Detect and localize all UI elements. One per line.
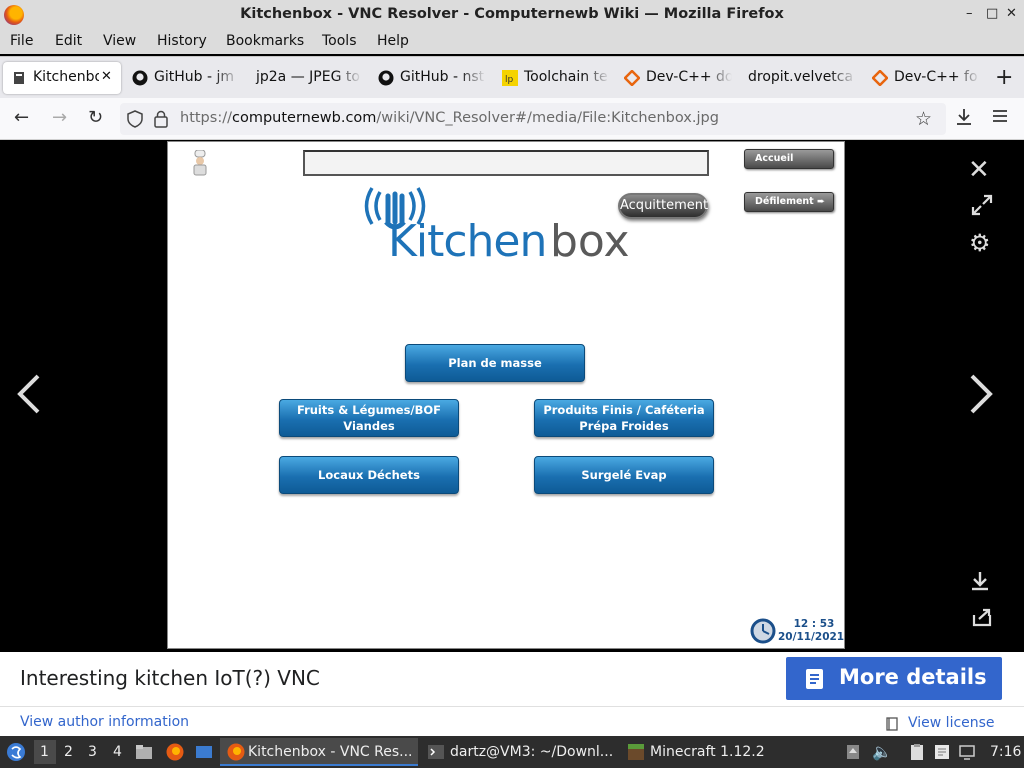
workspace-2[interactable]: 2 — [64, 744, 73, 760]
volume-icon[interactable]: 🔈 — [872, 743, 892, 761]
more-details-button[interactable]: More details — [786, 657, 1002, 700]
clock-icon — [750, 618, 776, 648]
taskbar-window-firefox[interactable]: Kitchenbox - VNC Res... — [248, 744, 413, 760]
desktop-icon[interactable] — [195, 743, 213, 761]
firefox-window-icon — [227, 743, 245, 761]
view-license-link[interactable]: View license — [908, 715, 995, 731]
taskbar: 1 2 3 4 Kitchenbox - VNC Res... dartz@VM… — [0, 736, 1024, 768]
tab-dropit[interactable]: dropit.velvetca — [740, 62, 856, 94]
url-bar[interactable]: https://computernewb.com/wiki/VNC_Resolv… — [120, 103, 946, 135]
viewer-download-icon[interactable] — [970, 570, 990, 596]
notes-icon[interactable] — [933, 743, 951, 761]
lock-icon[interactable] — [154, 110, 168, 132]
viewer-close-icon[interactable]: ✕ — [968, 157, 990, 183]
forward-icon[interactable]: → — [52, 108, 67, 128]
file-manager-icon[interactable] — [135, 743, 153, 761]
caption-title: Interesting kitchen IoT(?) VNC — [20, 666, 320, 690]
acquittement-button[interactable]: Acquittement — [618, 193, 708, 219]
navigation-bar: ← → ↻ https://computernewb.com/wiki/VNC_… — [0, 98, 1024, 140]
hamburger-menu-icon[interactable] — [991, 108, 1009, 128]
tab-devcpp-2[interactable]: Dev-C++ fo — [864, 62, 980, 94]
devcpp-icon — [871, 69, 889, 87]
tab-jp2a[interactable]: jp2a — JPEG to — [246, 62, 362, 94]
prev-image-icon[interactable] — [14, 372, 44, 420]
tab-github-nst[interactable]: GitHub - nst — [370, 62, 486, 94]
tab-label: Kitchenbox — [33, 69, 99, 85]
github-icon — [378, 70, 394, 86]
media-caption: Interesting kitchen IoT(?) VNC More deta… — [0, 652, 1024, 706]
kitchenbox-image: Accueil Défilement ➨ Acquittement Kitche… — [167, 141, 845, 649]
start-menu-icon[interactable] — [6, 742, 26, 766]
new-tab-button[interactable]: + — [995, 65, 1013, 90]
terminal-icon — [427, 743, 445, 761]
kb-date: 20/11/2021 — [778, 631, 845, 643]
back-icon[interactable]: ← — [14, 108, 29, 128]
menu-help[interactable]: Help — [377, 33, 409, 49]
chef-icon — [190, 149, 210, 180]
eject-icon[interactable] — [844, 743, 862, 761]
tab-kitchenbox[interactable]: Kitchenbox ✕ — [3, 62, 121, 94]
workspace-3[interactable]: 3 — [88, 744, 97, 760]
next-image-icon[interactable] — [966, 372, 996, 420]
workspace-4[interactable]: 4 — [113, 744, 122, 760]
tab-toolchain[interactable]: lp Toolchain te — [494, 62, 610, 94]
maximize-button[interactable]: □ — [986, 6, 998, 21]
document-icon — [806, 669, 823, 689]
menu-edit[interactable]: Edit — [55, 33, 82, 49]
license-icon — [886, 716, 898, 735]
menu-tools[interactable]: Tools — [322, 33, 357, 49]
network-icon[interactable] — [958, 743, 976, 761]
menu-view[interactable]: View — [103, 33, 136, 49]
page-icon — [11, 70, 27, 86]
bookmark-star-icon[interactable]: ☆ — [915, 108, 932, 130]
fullscreen-icon[interactable] — [971, 194, 993, 220]
menu-history[interactable]: History — [157, 33, 207, 49]
caption-footer: View author information View license — [0, 706, 1024, 736]
logo-kitchen-text: Kitchen — [388, 216, 547, 267]
gear-icon[interactable]: ⚙ — [969, 231, 991, 255]
workspace-1[interactable]: 1 — [40, 744, 49, 760]
lp-icon: lp — [502, 70, 518, 86]
kb-text-field[interactable] — [303, 150, 709, 176]
github-icon — [132, 70, 148, 86]
share-icon[interactable] — [971, 607, 993, 631]
surgele-evap-button[interactable]: Surgelé Evap — [534, 456, 714, 494]
logo-box-text: box — [550, 216, 630, 267]
window-titlebar: Kitchenbox - VNC Resolver - Computernewb… — [0, 0, 1024, 30]
tab-bar: Kitchenbox ✕ GitHub - jm jp2a — JPEG to … — [0, 56, 1024, 98]
close-window-button[interactable]: ✕ — [1006, 6, 1017, 21]
tab-devcpp-1[interactable]: Dev-C++ do — [616, 62, 732, 94]
kb-datetime: 12 : 53 20/11/2021 — [778, 618, 844, 644]
minecraft-icon — [627, 743, 645, 761]
tab-github-jm[interactable]: GitHub - jm — [124, 62, 240, 94]
defilement-button[interactable]: Défilement ➨ — [744, 192, 834, 212]
devcpp-icon — [623, 69, 641, 87]
menu-bookmarks[interactable]: Bookmarks — [226, 33, 304, 49]
taskbar-window-terminal[interactable]: dartz@VM3: ~/Downl... — [450, 744, 613, 760]
produits-finis-button[interactable]: Produits Finis / Caféteria Prépa Froides — [534, 399, 714, 437]
svg-text:lp: lp — [505, 75, 514, 85]
more-details-label: More details — [839, 665, 987, 689]
fruits-legumes-button[interactable]: Fruits & Légumes/BOF Viandes — [279, 399, 459, 437]
accueil-button[interactable]: Accueil — [744, 149, 834, 169]
taskbar-window-minecraft[interactable]: Minecraft 1.12.2 — [650, 744, 765, 760]
menu-bar: File Edit View History Bookmarks Tools H… — [0, 30, 1024, 54]
firefox-launcher-icon[interactable] — [166, 743, 184, 761]
menu-file[interactable]: File — [10, 33, 33, 49]
kitchenbox-logo: Kitchen box — [358, 186, 630, 267]
window-title: Kitchenbox - VNC Resolver - Computernewb… — [240, 6, 784, 22]
shield-icon[interactable] — [127, 110, 143, 132]
download-icon[interactable] — [955, 107, 973, 131]
taskbar-clock: 7:16 — [990, 744, 1022, 760]
clipboard-icon[interactable] — [908, 743, 926, 761]
plan-de-masse-button[interactable]: Plan de masse — [405, 344, 585, 382]
locaux-dechets-button[interactable]: Locaux Déchets — [279, 456, 459, 494]
minimize-button[interactable]: – — [966, 6, 973, 21]
url-text: https://computernewb.com/wiki/VNC_Resolv… — [180, 110, 719, 126]
reload-icon[interactable]: ↻ — [88, 108, 103, 128]
view-author-link[interactable]: View author information — [20, 714, 189, 730]
kb-time: 12 : 53 — [793, 618, 835, 630]
tab-close-icon[interactable]: ✕ — [101, 69, 112, 84]
